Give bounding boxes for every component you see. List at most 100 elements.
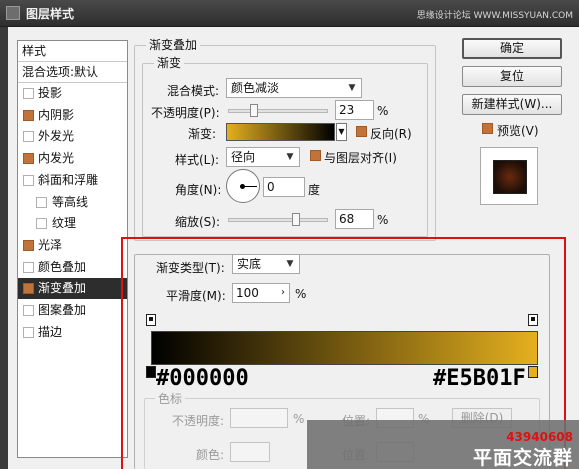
opacity-input[interactable]: 23 — [335, 100, 374, 120]
smoothness-percent: % — [295, 287, 307, 301]
opacity-label: 不透明度(P): — [151, 106, 220, 120]
stop-color-label: 颜色: — [196, 448, 225, 462]
left-color-hex: #000000 — [156, 366, 249, 391]
style-item-contour[interactable]: 等高线 — [18, 192, 127, 213]
style-checkbox[interactable] — [23, 261, 34, 273]
stop-opacity-label: 不透明度: — [172, 414, 225, 428]
reverse-checkbox[interactable] — [356, 126, 367, 137]
watermark: 思缘设计论坛 WWW.MISSYUAN.COM — [416, 11, 573, 21]
chevron-right-icon[interactable]: › — [281, 284, 285, 302]
scale-slider-thumb[interactable] — [291, 213, 300, 226]
smoothness-input[interactable]: 100 › — [232, 283, 290, 303]
style-checkbox[interactable] — [23, 326, 34, 338]
stop-color-swatch[interactable] — [230, 442, 270, 462]
stop-opacity-percent: % — [293, 412, 305, 426]
style-item-color-overlay[interactable]: 颜色叠加 — [18, 257, 127, 278]
brand-overlay: 43940608 平面交流群 — [307, 420, 579, 469]
style-item-label: 斜面和浮雕 — [38, 172, 99, 187]
angle-input[interactable]: 0 — [263, 177, 305, 197]
style-label: 样式(L): — [175, 153, 220, 167]
style-item-bevel-emboss[interactable]: 斜面和浮雕 — [18, 170, 127, 191]
brand-code: 43940608 — [506, 430, 573, 444]
style-checkbox[interactable] — [23, 283, 34, 295]
opacity-slider-thumb[interactable] — [250, 104, 259, 117]
style-item-label: 外发光 — [38, 129, 75, 144]
scale-slider[interactable] — [228, 213, 328, 226]
smoothness-label: 平滑度(M): — [166, 289, 226, 303]
opacity-stop-right[interactable] — [528, 314, 538, 326]
style-item-label: 颜色叠加 — [38, 259, 87, 274]
blend-mode-label: 混合模式: — [167, 84, 220, 98]
preview-checkbox[interactable] — [482, 123, 493, 134]
gradient-type-dropdown[interactable]: 实底 ▼ — [232, 254, 300, 274]
chevron-down-icon: ▼ — [348, 83, 356, 93]
style-value: 径向 — [231, 150, 256, 164]
gradient-swatch[interactable] — [226, 123, 335, 141]
style-item-label: 图案叠加 — [38, 303, 87, 317]
style-item-inner-glow[interactable]: 内发光 — [18, 148, 127, 169]
smoothness-value: 100 — [236, 286, 259, 300]
style-item-outer-glow[interactable]: 外发光 — [18, 126, 127, 147]
style-item-drop-shadow[interactable]: 投影 — [18, 83, 127, 104]
style-item-label: 投影 — [38, 86, 63, 100]
brand-name: 平面交流群 — [472, 447, 573, 469]
color-stops-title: 色标 — [155, 390, 186, 407]
style-item-label: 描边 — [38, 324, 63, 339]
style-item-label: 等高线 — [52, 194, 89, 209]
style-checkbox[interactable] — [36, 196, 47, 208]
window-title: 图层样式 — [26, 7, 75, 21]
style-checkbox[interactable] — [23, 131, 34, 143]
styles-header[interactable]: 样式 — [18, 41, 127, 62]
reverse-label: 反向(R) — [370, 127, 412, 141]
style-item-gradient-overlay[interactable]: 渐变叠加 — [18, 278, 127, 300]
style-item-label: 光泽 — [38, 237, 63, 252]
gradient-bar[interactable] — [151, 331, 538, 365]
angle-label: 角度(N): — [175, 183, 222, 197]
style-checkbox[interactable] — [23, 88, 34, 99]
style-item-inner-shadow[interactable]: 内阴影 — [18, 105, 127, 126]
style-checkbox[interactable] — [36, 218, 47, 230]
new-style-button[interactable]: 新建样式(W)... — [462, 94, 562, 115]
style-checkbox[interactable] — [23, 239, 34, 251]
color-stop-left[interactable] — [146, 366, 156, 378]
style-checkbox[interactable] — [23, 109, 34, 121]
style-preview — [480, 147, 538, 205]
blend-options-item[interactable]: 混合选项:默认 — [18, 62, 127, 83]
style-item-label: 纹理 — [52, 216, 77, 231]
style-item-texture[interactable]: 纹理 — [18, 213, 127, 234]
blend-mode-dropdown[interactable]: 颜色减淡 ▼ — [226, 78, 362, 98]
title-bar: 图层样式 思缘设计论坛 WWW.MISSYUAN.COM — [0, 0, 579, 27]
style-item-label: 内发光 — [38, 151, 75, 166]
reset-button[interactable]: 复位 — [462, 66, 562, 87]
align-layer-label: 与图层对齐(I) — [324, 151, 397, 165]
style-checkbox[interactable] — [23, 153, 34, 165]
gradient-label: 渐变: — [188, 127, 217, 141]
color-stop-right[interactable] — [528, 366, 538, 378]
preview-label: 预览(V) — [497, 124, 539, 138]
style-item-satin[interactable]: 光泽 — [18, 235, 127, 256]
align-layer-checkbox[interactable] — [310, 150, 321, 161]
style-item-stroke[interactable]: 描边 — [18, 322, 127, 343]
scale-input[interactable]: 68 — [335, 209, 374, 229]
gradient-type-value: 实底 — [237, 257, 262, 271]
style-item-label: 渐变叠加 — [38, 281, 87, 296]
style-item-pattern-overlay[interactable]: 图案叠加 — [18, 300, 127, 321]
app-icon — [6, 6, 20, 20]
style-item-label: 内阴影 — [38, 107, 75, 122]
gradient-overlay-title: 渐变叠加 — [146, 36, 201, 53]
style-checkbox[interactable] — [23, 305, 34, 316]
style-dropdown[interactable]: 径向 ▼ — [226, 147, 300, 167]
chevron-down-icon: ▼ — [286, 152, 294, 162]
opacity-stop-left[interactable] — [146, 314, 156, 326]
ok-button[interactable]: 确定 — [462, 38, 562, 59]
stop-opacity-input[interactable] — [230, 408, 288, 428]
style-checkbox[interactable] — [23, 174, 34, 186]
styles-list: 样式 混合选项:默认 投影内阴影外发光内发光斜面和浮雕等高线纹理光泽颜色叠加渐变… — [17, 40, 128, 458]
scale-percent: % — [377, 213, 389, 227]
angle-dial[interactable] — [226, 169, 260, 203]
gradient-picker-arrow[interactable]: ▼ — [336, 123, 347, 141]
opacity-slider[interactable] — [228, 104, 328, 117]
angle-center — [240, 184, 245, 189]
angle-degree: 度 — [308, 183, 321, 197]
blend-mode-value: 颜色减淡 — [231, 81, 280, 95]
